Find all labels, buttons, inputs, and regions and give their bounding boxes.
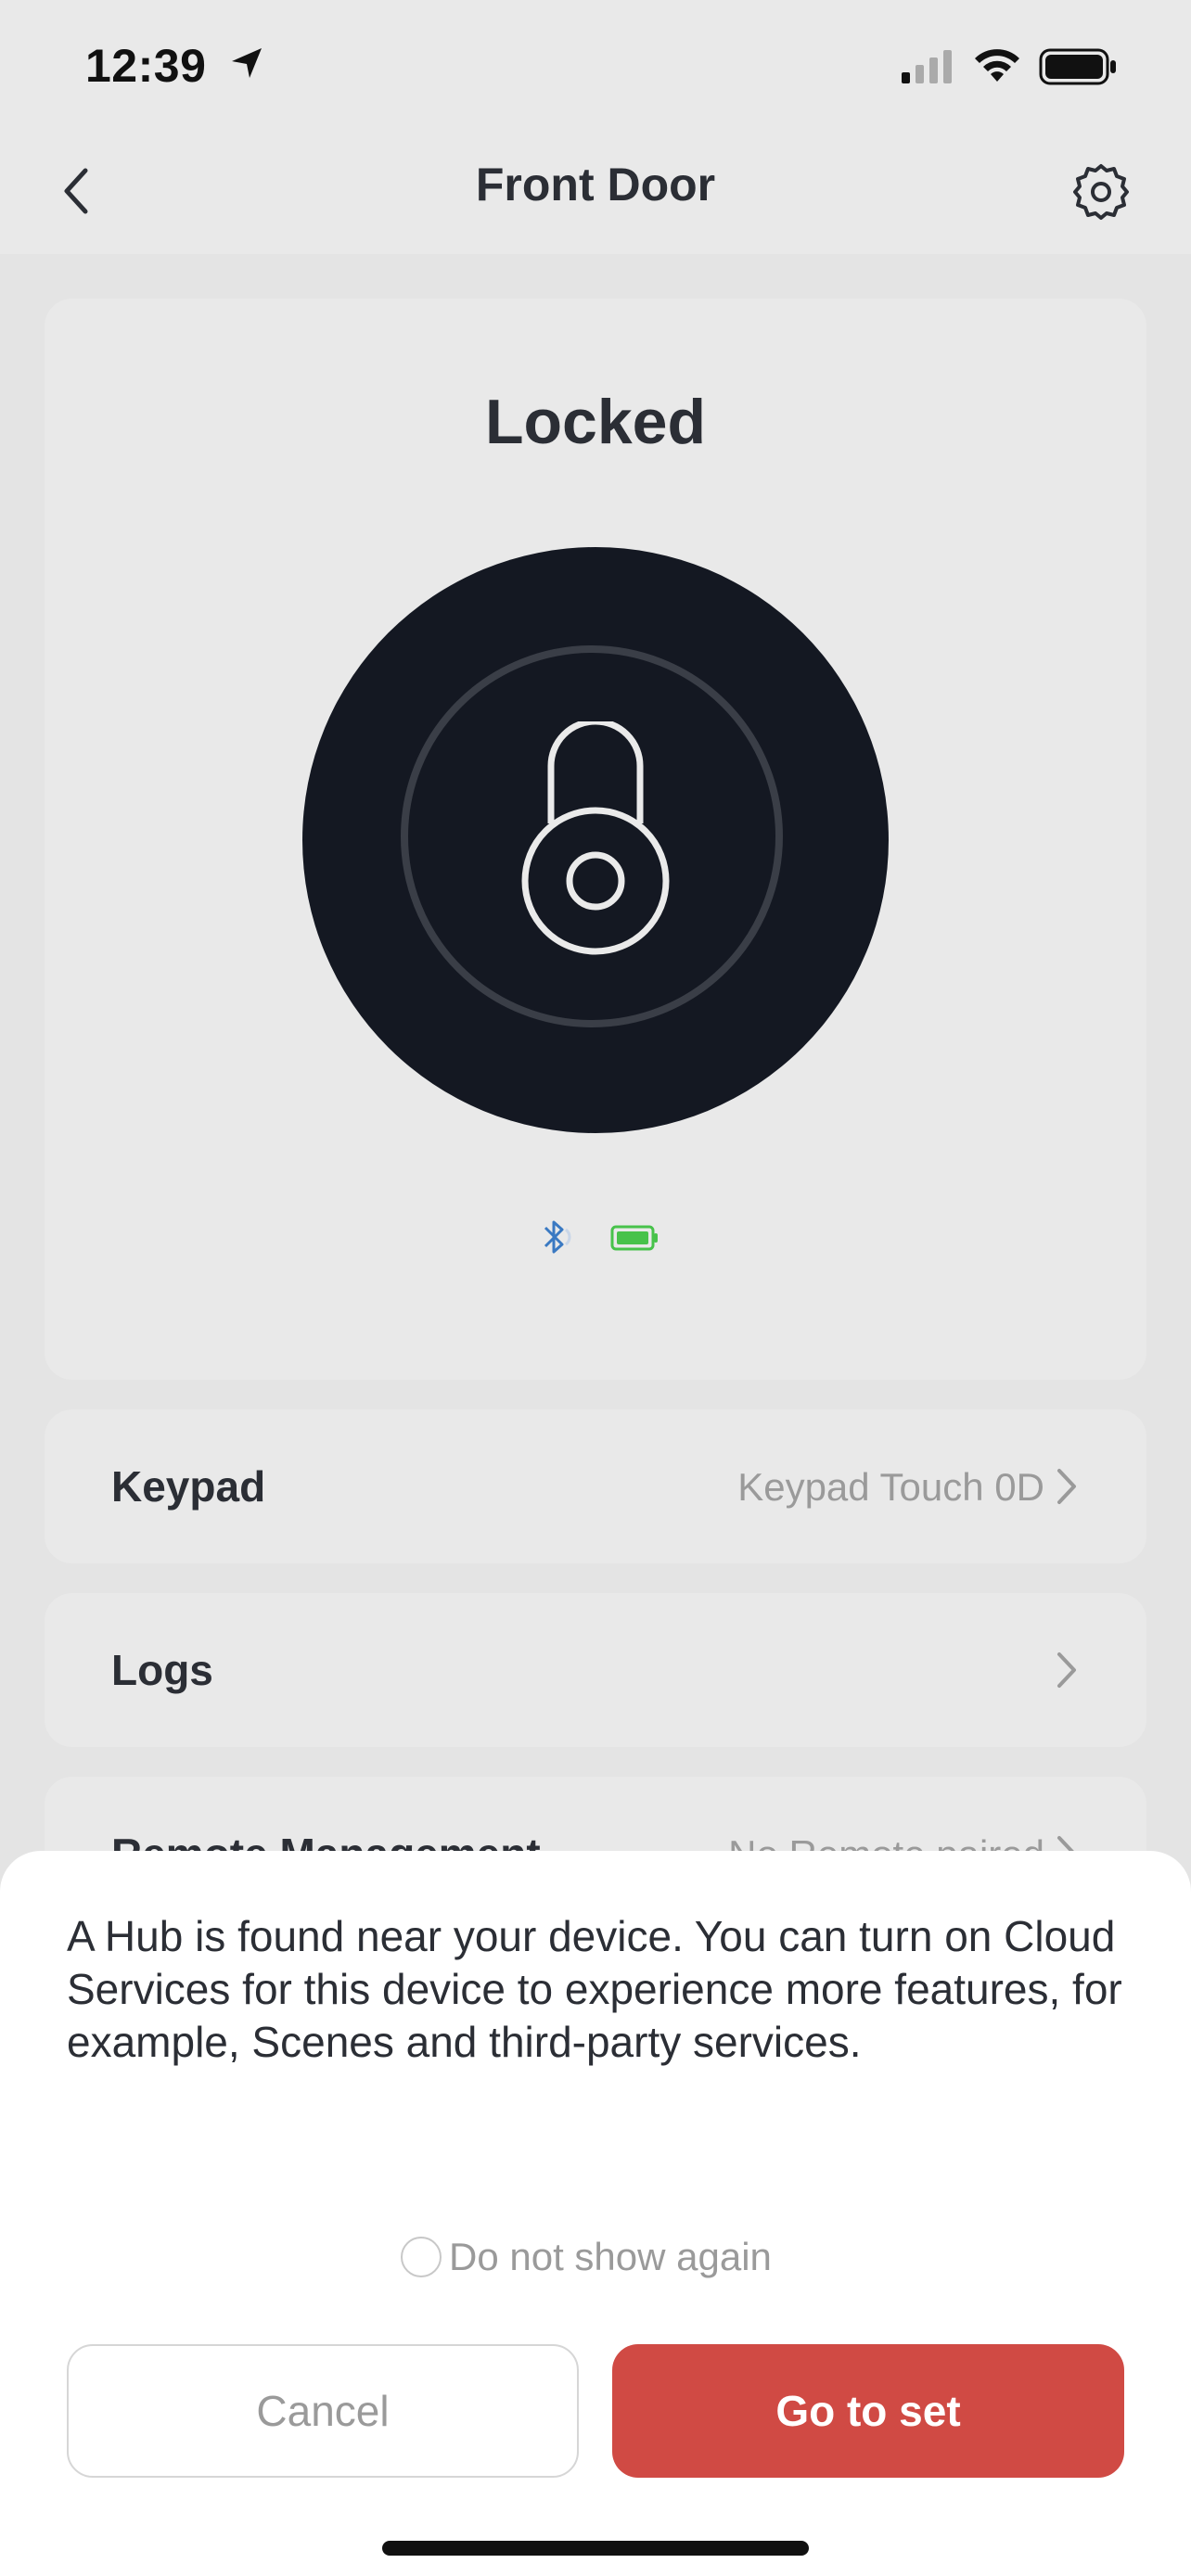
- do-not-show-again-label: Do not show again: [449, 2235, 772, 2278]
- cellular-signal-icon: [902, 50, 952, 83]
- padlock-icon: [521, 721, 670, 955]
- logs-label: Logs: [111, 1646, 213, 1694]
- cancel-button[interactable]: Cancel: [67, 2344, 579, 2478]
- do-not-show-again-checkbox[interactable]: [401, 2237, 442, 2277]
- home-indicator: [382, 2541, 809, 2556]
- battery-level-icon: [610, 1225, 658, 1251]
- chevron-right-icon: [1057, 1652, 1076, 1688]
- keypad-value: Keypad Touch 0D: [737, 1465, 1044, 1509]
- bluetooth-icon: [544, 1220, 571, 1254]
- status-time: 12:39: [85, 40, 207, 92]
- do-not-show-again-option[interactable]: Do not show again: [401, 2235, 772, 2279]
- gear-icon[interactable]: [1070, 161, 1132, 223]
- go-to-set-button[interactable]: Go to set: [612, 2344, 1124, 2478]
- keypad-label: Keypad: [111, 1462, 266, 1511]
- chevron-right-icon: [1057, 1469, 1076, 1504]
- sheet-message: A Hub is found near your device. You can…: [67, 1912, 1122, 2066]
- lock-status-label: Locked: [484, 387, 707, 457]
- page-title: Front Door: [475, 159, 716, 210]
- location-arrow-icon: [232, 48, 262, 78]
- wifi-icon: [975, 49, 1019, 82]
- battery-status-icon: [1039, 48, 1116, 85]
